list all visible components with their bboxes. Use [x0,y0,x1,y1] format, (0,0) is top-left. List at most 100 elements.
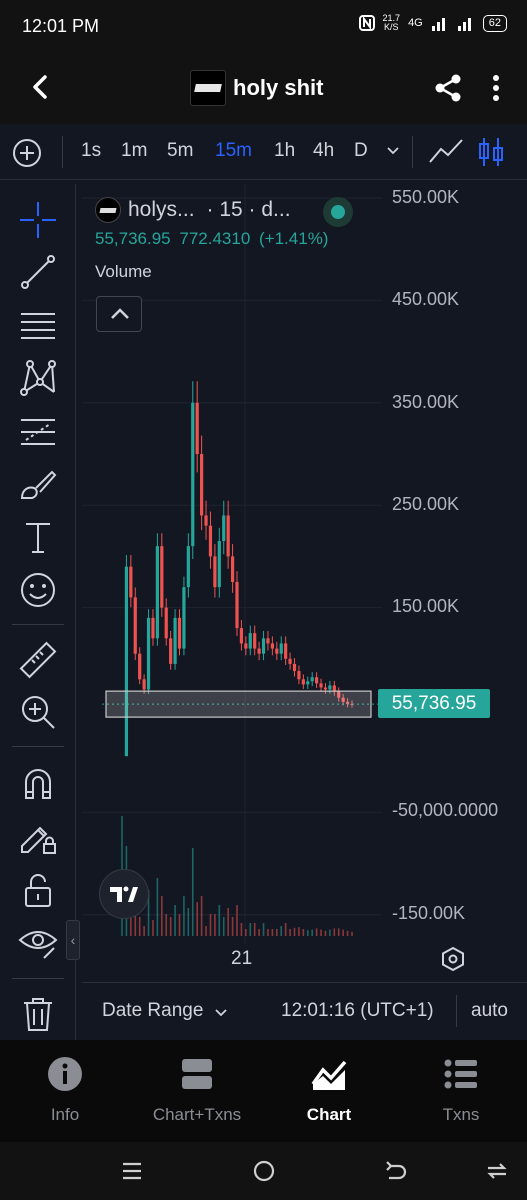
back-nav-icon[interactable] [383,1158,409,1184]
add-indicator-icon[interactable] [12,138,42,168]
volume-bar [271,929,274,936]
volume-bar [293,927,296,936]
volume-bar [342,929,344,936]
pattern-icon[interactable] [18,358,58,398]
volume-bar [245,929,247,936]
timeframe-1m[interactable]: 1m [121,140,147,162]
candle-body [191,402,195,547]
status-bar: 12:01 PM 21.7 K/S 4G 62 [0,0,527,52]
last-price: 55,736.95 [95,229,171,248]
range-bar: Date Range 12:01:16 (UTC+1) auto [82,982,527,1038]
line-chart-icon[interactable] [428,136,464,166]
ohlc-values: 55,736.95 772.4310 (+1.41%) [95,229,375,249]
timeframe-15m[interactable]: 15m [215,140,252,162]
volume-bar [196,902,198,936]
chart-clock[interactable]: 12:01:16 (UTC+1) [281,1000,434,1022]
zoom-in-icon[interactable] [18,692,58,732]
volume-bar [138,917,141,936]
candle-body [177,617,182,649]
menu-icon[interactable] [119,1158,145,1184]
candle-body [164,607,168,639]
candle-body [213,556,217,588]
candle-body [217,541,221,588]
candle-body [261,638,266,654]
date-range-button[interactable]: Date Range [102,1000,203,1022]
tradingview-logo[interactable] [99,869,149,919]
chart-legend: holys... · 15 · d... 55,736.95 772.4310 … [95,197,375,249]
collapse-legend-button[interactable] [96,296,142,332]
volume-bar [258,929,260,936]
nav-txns[interactable]: Txns [396,1056,526,1125]
candle-body [248,633,252,649]
volume-bar [320,929,322,936]
price-tick: 150.00K [392,596,460,616]
emoji-icon[interactable] [18,570,58,610]
horizontal-lines-icon[interactable] [18,306,58,346]
price-tick: 450.00K [392,289,460,309]
candlestick-icon[interactable] [478,136,504,168]
ruler-icon[interactable] [18,640,58,680]
price-tick: 250.00K [392,494,460,514]
volume-bar [324,930,327,936]
unlock-icon[interactable] [18,870,58,910]
chevron-left-icon[interactable] [26,72,56,102]
crosshair-icon[interactable] [18,200,58,240]
chevron-down-icon[interactable] [214,1005,228,1019]
lock-drawing-icon[interactable] [18,816,58,856]
volume-bar [209,914,212,936]
trend-line-icon[interactable] [18,252,58,292]
volume-bar [169,917,172,936]
candle-body [306,681,310,685]
collapse-toolbar-toggle[interactable]: ‹ [66,920,80,960]
more-vertical-icon[interactable] [486,72,506,104]
volume-bar [267,929,269,936]
chart-settings-icon[interactable] [440,946,466,972]
page-title: holy shit [233,75,324,100]
share-icon[interactable] [432,72,464,104]
switch-app-icon[interactable] [484,1158,510,1184]
candle-body [244,643,248,649]
chevron-down-icon[interactable] [385,142,401,158]
candle-body [323,687,328,690]
volume-bar [315,928,318,936]
timeframe-1s[interactable]: 1s [81,140,101,162]
text-tool-icon[interactable] [18,518,58,558]
candle-body [257,648,261,654]
timeframe-5m[interactable]: 5m [167,140,193,162]
candle-body [200,454,204,516]
timeframe-1h[interactable]: 1h [274,140,295,162]
volume-bar [280,926,283,936]
prediction-icon[interactable] [18,412,58,452]
volume-bar [253,923,256,936]
eye-icon[interactable] [18,922,58,962]
trash-icon[interactable] [18,994,58,1034]
signal-icon-2 [457,18,471,31]
candle-body [208,525,213,557]
nav-info[interactable]: Info [0,1056,130,1125]
volume-bar [205,926,207,936]
nav-chart-txns[interactable]: Chart+Txns [132,1056,262,1125]
list-icon [444,1059,477,1089]
brush-icon[interactable] [18,464,58,504]
candle-body [270,643,274,649]
timeframe-d[interactable]: D [354,140,368,162]
magnet-icon[interactable] [18,764,58,804]
market-status-dot [323,197,353,227]
nav-chart[interactable]: Chart [264,1056,394,1125]
candle-body [186,546,190,588]
chart-icon [311,1060,347,1090]
volume-bar [227,908,229,936]
volume-bar [191,848,194,936]
candle-body [146,617,151,690]
symbol-name[interactable]: holys... [128,198,195,222]
volume-bar [174,905,176,936]
tool-divider [12,624,64,625]
volume-bar [284,923,287,936]
timeframe-4h[interactable]: 4h [313,140,334,162]
candle-body [315,677,319,684]
price-chart[interactable] [82,184,527,978]
price-tick: 550.00K [392,187,460,207]
home-icon[interactable] [251,1158,277,1184]
auto-scale-button[interactable]: auto [471,1000,508,1022]
symbol-logo [95,197,121,223]
